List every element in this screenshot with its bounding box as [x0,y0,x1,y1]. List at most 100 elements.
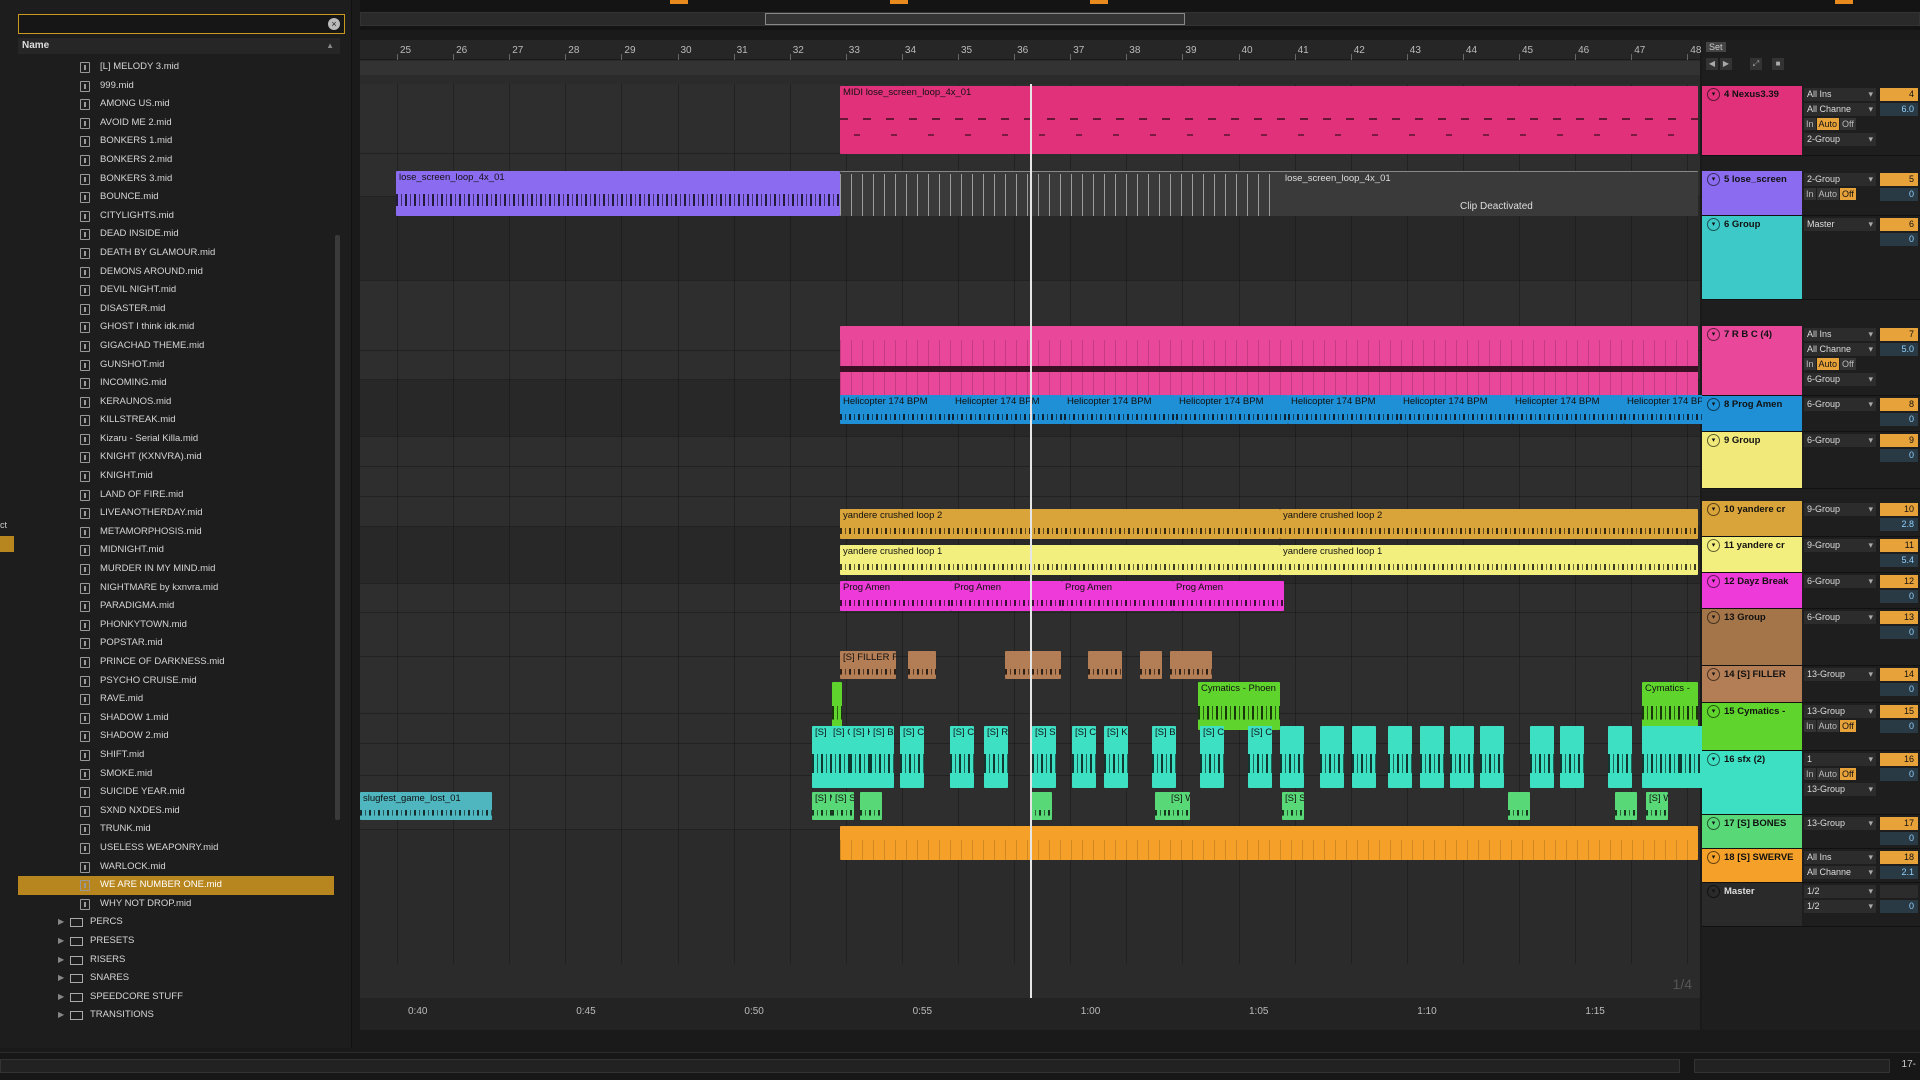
nav-right-icon[interactable]: ▶ [1720,58,1732,70]
track-name[interactable]: 12 Dayz Break [1724,576,1788,587]
browser-file-item[interactable]: RAVE.mid [18,690,334,709]
track-header[interactable]: ▾10 yandere cr9-Group102.8 [1702,501,1920,537]
arrangement-clip[interactable] [1420,726,1444,788]
expand-arrow-icon[interactable]: ▶ [58,932,64,951]
track-activator-button[interactable]: 7 [1880,328,1918,341]
status-scroll-field[interactable] [0,1059,1680,1073]
arrangement-clip[interactable] [1030,792,1052,820]
browser-file-item[interactable]: SXND NXDES.mid [18,802,334,821]
arrangement-clip[interactable]: Helicopter 174 BPM [1288,395,1400,424]
name-column-header[interactable]: Name ▲ [18,38,340,54]
browser-file-item[interactable]: GHOST I think idk.mid [18,318,334,337]
fold-toggle-icon[interactable]: ▾ [1707,885,1720,898]
io-routing-select[interactable]: 9-Group [1804,539,1876,552]
lock-icon[interactable]: ■ [1772,58,1784,70]
track-activator-button[interactable]: 13 [1880,611,1918,624]
track-name-cell[interactable]: ▾ 9 Group [1702,432,1802,488]
io-routing-select[interactable]: 6-Group [1804,434,1876,447]
arrangement-clip[interactable] [1615,792,1637,820]
browser-file-item[interactable]: NIGHTMARE by kxnvra.mid [18,579,334,598]
track-name[interactable]: 16 sfx (2) [1724,754,1765,765]
browser-file-item[interactable]: SMOKE.mid [18,765,334,784]
monitor-in-button[interactable]: In [1804,358,1816,370]
track-name-cell[interactable]: ▾ Master [1702,883,1802,926]
arrangement-clip[interactable] [1280,726,1304,788]
browser-search-input[interactable]: × [18,14,345,34]
arrangement-clip[interactable]: slugfest_game_lost_01 [360,792,492,820]
browser-file-item[interactable]: GUNSHOT.mid [18,356,334,375]
browser-file-item[interactable]: Kizaru - Serial Killa.mid [18,430,334,449]
track-name[interactable]: 18 [S] SWERVE [1724,852,1794,863]
track-name-cell[interactable]: ▾ 5 lose_screen [1702,171,1802,215]
io-routing-select[interactable]: All Channe [1804,103,1876,116]
arrangement-clip[interactable]: Prog Amen [1062,581,1173,611]
track-header[interactable]: ▾14 [S] FILLER13-Group140 [1702,666,1920,703]
arrangement-clip[interactable] [1352,726,1376,788]
io-routing-select[interactable]: 6-Group [1804,611,1876,624]
arrangement-clip[interactable]: [S] CI [1248,726,1272,788]
track-header[interactable]: ▾5 lose_screen2-GroupInAutoOff50 [1702,171,1920,216]
arrangement-clip[interactable] [1140,651,1162,679]
browser-folder-item[interactable]: ▶ SNARES [18,969,334,988]
track-name[interactable]: 13 Group [1724,612,1766,623]
arrangement-view[interactable]: 25 26 27 28 29 30 31 32 33 34 35 36 37 38 39 40 41 42 43 44… [360,40,1736,1030]
browser-file-item[interactable]: MIDNIGHT.mid [18,541,334,560]
track-volume-field[interactable]: 0 [1880,900,1918,913]
browser-file-item[interactable]: LAND OF FIRE.mid [18,486,334,505]
monitor-switch[interactable]: In Auto Off [1804,768,1876,780]
arrangement-clip[interactable]: Helicopter 174 BPM [1512,395,1624,424]
track-header[interactable]: ▾Master1/21/20 [1702,883,1920,927]
arrangement-clip[interactable]: Prog Amen [840,581,951,611]
browser-scrollbar[interactable] [335,235,340,820]
arrangement-overview[interactable] [360,0,1920,30]
monitor-auto-button[interactable]: Auto [1816,118,1840,130]
track-name-cell[interactable]: ▾ 11 yandere cr [1702,537,1802,572]
monitor-switch[interactable]: In Auto Off [1804,118,1876,130]
track-name[interactable]: 5 lose_screen [1724,174,1787,185]
arrangement-clip[interactable]: [S] CI [950,726,974,788]
track-activator-button[interactable]: 5 [1880,173,1918,186]
track-name-cell[interactable]: ▾ 4 Nexus3.39 [1702,86,1802,155]
browser-file-item[interactable]: DEMONS AROUND.mid [18,263,334,282]
track-volume-field[interactable]: 2.1 [1880,866,1918,879]
browser-file-item[interactable]: LIVEANOTHERDAY.mid [18,504,334,523]
deactivated-clip[interactable]: lose_screen_loop_4x_01 [840,171,1698,216]
arrangement-clip[interactable]: [S] CHEV [1072,726,1096,788]
io-routing-select[interactable]: 1/2 [1804,885,1876,898]
arrangement-clip[interactable]: Helicopter 174 BPM [1400,395,1512,424]
track-activator-button[interactable]: 18 [1880,851,1918,864]
fold-toggle-icon[interactable]: ▾ [1707,539,1720,552]
track-name-cell[interactable]: ▾ 10 yandere cr [1702,501,1802,536]
monitor-auto-button[interactable]: Auto [1816,358,1840,370]
browser-file-item[interactable]: BONKERS 3.mid [18,170,334,189]
monitor-auto-button[interactable]: Auto [1816,768,1840,780]
track-volume-field[interactable]: 0 [1880,590,1918,603]
expand-arrow-icon[interactable]: ▶ [58,969,64,988]
track-volume-field[interactable]: 6.0 [1880,103,1918,116]
browser-file-item[interactable]: KERAUNOS.mid [18,393,334,412]
track-activator-button[interactable]: 10 [1880,503,1918,516]
browser-folder-item[interactable]: ▶ SPEEDCORE STUFF [18,988,334,1007]
monitor-in-button[interactable]: In [1804,720,1816,732]
track-activator-button[interactable]: 6 [1880,218,1918,231]
monitor-off-button[interactable]: Off [1840,768,1856,780]
arrangement-clip[interactable] [1088,651,1122,679]
track-volume-field[interactable]: 0 [1880,626,1918,639]
monitor-auto-button[interactable]: Auto [1816,188,1840,200]
monitor-in-button[interactable]: In [1804,188,1816,200]
track-header[interactable]: ▾9 Group6-Group90 [1702,432,1920,489]
track-name[interactable]: 11 yandere cr [1724,540,1785,551]
monitor-off-button[interactable]: Off [1840,358,1856,370]
track-volume-field[interactable]: 0 [1880,683,1918,696]
browser-file-item[interactable]: METAMORPHOSIS.mid [18,523,334,542]
browser-folder-item[interactable]: ▶ RISERS [18,951,334,970]
arrangement-clip[interactable]: [S] BI [1152,726,1176,788]
browser-file-item[interactable]: [L] MELODY 3.mid [18,58,334,77]
monitor-switch[interactable]: In Auto Off [1804,358,1876,370]
track-name[interactable]: 8 Prog Amen [1724,399,1782,410]
browser-file-item[interactable]: AVOID ME 2.mid [18,114,334,133]
fold-toggle-icon[interactable]: ▾ [1707,668,1720,681]
track-header[interactable]: ▾13 Group6-Group130 [1702,609,1920,666]
arrangement-clip[interactable]: lose_screen_loop_4x_01 [396,171,840,216]
track-header[interactable]: ▾12 Dayz Break6-Group120 [1702,573,1920,609]
